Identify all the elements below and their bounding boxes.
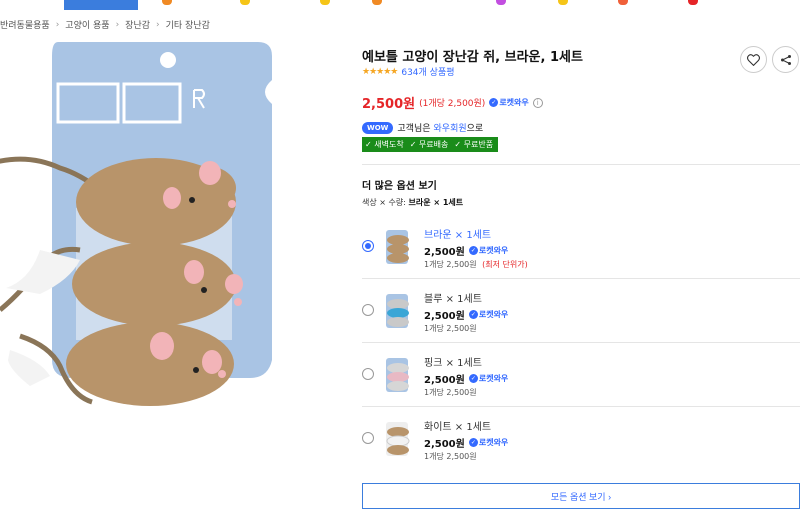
option-unit-price: 1개당 2,500원 [424,451,477,462]
rocket-badge-icon: ✓ [468,374,478,383]
info-icon[interactable]: i [532,97,543,108]
benefit-free-return: ✓ 무료반품 [454,140,494,149]
more-options-title: 더 많은 옵션 보기 [362,181,437,192]
wow-badge: WOW [362,121,394,134]
option-unit-price-value: 1개당 2,500원 [424,324,477,333]
rating-stars-icon: ★★★★★ [362,66,398,77]
top-nav-icon[interactable] [162,0,172,5]
option-thumbnail [386,230,409,264]
heart-icon [747,53,760,66]
breadcrumb-item[interactable]: 기타 장난감 [166,18,210,31]
option-radio[interactable] [362,240,374,252]
wow-member-link[interactable]: 와우회원 [434,121,467,134]
share-button[interactable] [772,46,799,73]
top-nav-active-tab[interactable] [64,0,138,10]
option-price: 2,500원 ✓ 로켓와우 [424,371,508,386]
rocket-badge: ✓ 로켓와우 [468,309,509,320]
option-price-value: 2,500원 [424,375,465,386]
attribute-value: 브라운 × 1세트 [408,198,464,207]
option-item-pink[interactable]: 핑크 × 1세트 2,500원 ✓ 로켓와우 1개당 2,500원 [362,356,800,418]
breadcrumb-item[interactable]: 반려동물용품 [0,18,50,31]
option-unit-price-value: 1개당 2,500원 [424,452,477,461]
wow-text-before: 고객님은 [397,124,431,134]
wishlist-button[interactable] [740,46,767,73]
product-image[interactable] [0,40,300,420]
breadcrumb-item[interactable]: 고양이 용품 [65,18,109,31]
option-price-value: 2,500원 [424,247,465,258]
rocket-badge-icon: ✓ [468,246,478,255]
option-name[interactable]: 핑크 × 1세트 [424,354,482,369]
benefit-free-shipping: ✓ 무료배송 [409,140,449,149]
option-radio[interactable] [362,432,374,444]
option-radio[interactable] [362,304,374,316]
breadcrumb-item[interactable]: 장난감 [125,18,150,31]
divider [362,406,800,407]
all-options-button[interactable]: 모든 옵션 보기 › [362,483,800,509]
option-unit-price: 1개당 2,500원 (최저 단위가) [424,259,528,270]
breadcrumb-separator-icon: › [156,19,160,30]
option-unit-price: 1개당 2,500원 [424,387,477,398]
option-unit-price-value: 1개당 2,500원 [424,260,477,269]
option-price: 2,500원 ✓ 로켓와우 [424,243,508,258]
option-thumbnail [386,358,409,392]
rocket-badge-label: 로켓와우 [478,438,509,447]
option-price: 2,500원 ✓ 로켓와우 [424,435,508,450]
attribute-label: 색상 × 수량: [362,198,406,207]
rocket-badge: ✓ 로켓와우 [468,437,509,448]
option-price: 2,500원 ✓ 로켓와우 [424,307,508,322]
top-nav-icon[interactable] [320,0,330,5]
divider [362,164,800,165]
option-item-brown[interactable]: 브라운 × 1세트 2,500원 ✓ 로켓와우 1개당 2,500원 (최저 단… [362,228,800,290]
product-rating: ★★★★★ 634개 상품평 [362,65,455,79]
option-unit-price-value: 1개당 2,500원 [424,388,477,397]
breadcrumb-separator-icon: › [55,19,60,30]
rocket-badge: ✓ 로켓와우 [489,97,529,108]
product-info-panel: 예보틀 고양이 장난감 쥐, 브라운, 1세트 ★★★★★ 634개 상품평 2… [362,0,800,520]
rocket-badge: ✓ 로켓와우 [468,373,509,384]
breadcrumb: 반려동물용품 › 고양이 용품 › 장난감 › 기타 장난감 [0,18,210,32]
review-count-link[interactable]: 634개 상품평 [401,65,454,78]
option-name[interactable]: 블루 × 1세트 [424,290,482,305]
option-item-blue[interactable]: 블루 × 1세트 2,500원 ✓ 로켓와우 1개당 2,500원 [362,292,800,354]
wow-membership-row: WOW 고객님은 와우회원 으로 [362,121,483,134]
product-price: 2,500원 [362,97,416,112]
divider [362,278,800,279]
price-row: 2,500원 (1개당 2,500원) ✓ 로켓와우 i [362,93,543,112]
option-name[interactable]: 화이트 × 1세트 [424,418,491,433]
option-thumbnail [386,422,410,456]
option-name[interactable]: 브라운 × 1세트 [424,226,491,241]
share-icon [780,54,791,65]
top-nav-icon[interactable] [240,0,250,5]
product-title: 예보틀 고양이 장난감 쥐, 브라운, 1세트 [362,50,583,65]
rocket-badge-label: 로켓와우 [478,246,509,255]
selected-attribute: 색상 × 수량: 브라운 × 1세트 [362,197,463,208]
benefit-badges: ✓ 새벽도착 ✓ 무료배송 ✓ 무료반품 [362,137,499,152]
option-price-value: 2,500원 [424,439,465,450]
divider [362,342,800,343]
wow-text-after: 으로 [466,124,484,134]
rocket-badge-label: 로켓와우 [499,98,529,107]
rocket-badge-label: 로켓와우 [478,310,509,319]
option-radio[interactable] [362,368,374,380]
rocket-badge: ✓ 로켓와우 [468,245,509,256]
rocket-badge-label: 로켓와우 [478,374,509,383]
benefit-dawn-delivery: ✓ 새벽도착 [365,140,404,149]
option-thumbnail [386,294,409,328]
option-item-white[interactable]: 화이트 × 1세트 2,500원 ✓ 로켓와우 1개당 2,500원 [362,420,800,482]
unit-price: (1개당 2,500원) [419,99,486,109]
option-unit-price: 1개당 2,500원 [424,323,477,334]
rocket-badge-icon: ✓ [489,98,499,107]
breadcrumb-separator-icon: › [115,19,120,30]
lowest-unit-price-badge: (최저 단위가) [482,260,528,269]
rocket-badge-icon: ✓ [468,310,478,319]
rocket-badge-icon: ✓ [468,438,478,447]
option-price-value: 2,500원 [424,311,465,322]
